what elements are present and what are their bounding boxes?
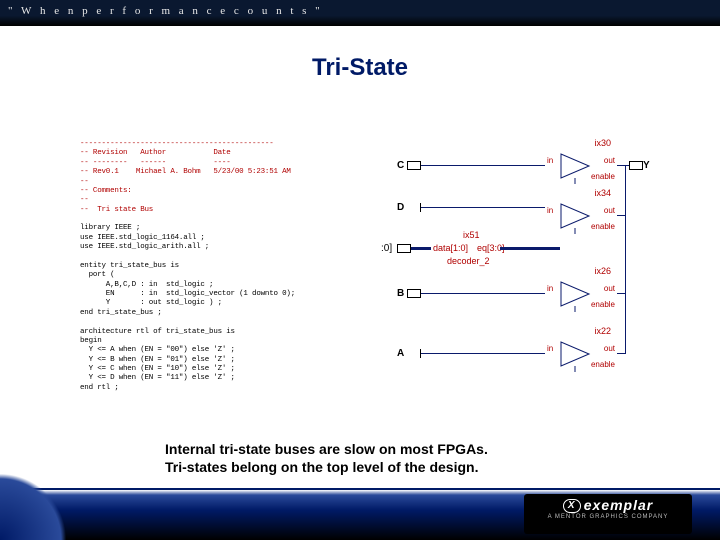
wire: [617, 353, 625, 354]
decoder-instance: ix51: [463, 230, 480, 240]
buffer-name: ix22: [594, 326, 611, 336]
signal-d: D: [397, 202, 404, 213]
port-pad: [629, 161, 643, 170]
buffer-ix26: ix26 in out enable: [545, 278, 617, 322]
slide-title: Tri-State: [0, 54, 720, 82]
decoder-data-label: data[1:0]: [433, 243, 468, 253]
out-label: out: [604, 284, 615, 293]
decoder-type: decoder_2: [447, 256, 490, 266]
logo-brand: Xexemplar: [524, 497, 692, 513]
port-pad: [407, 203, 421, 212]
code-header: ----------------------------------------…: [80, 140, 291, 214]
logo-brand-text: exemplar: [584, 497, 653, 513]
out-label: out: [604, 206, 615, 215]
exemplar-logo: Xexemplar A MENTOR GRAPHICS COMPANY: [524, 494, 692, 534]
code-body: library IEEE ; use IEEE.std_logic_1164.a…: [80, 224, 295, 391]
signal-a: A: [397, 348, 404, 359]
buffer-name: ix26: [594, 266, 611, 276]
in-label: in: [547, 284, 553, 293]
wire: [421, 207, 545, 208]
in-label: in: [547, 156, 553, 165]
bullet-line: Internal tri-state buses are slow on mos…: [165, 440, 645, 458]
wire: [617, 215, 625, 216]
port-pad: [407, 349, 421, 358]
signal-b: B: [397, 288, 404, 299]
tristate-icon: [559, 202, 599, 236]
wire: [421, 165, 545, 166]
slide-bullets: Internal tri-state buses are slow on mos…: [165, 440, 645, 476]
top-tagline-bar: " W h e n p e r f o r m a n c e c o u n …: [0, 0, 720, 26]
tristate-icon: [559, 152, 599, 186]
wire: [617, 165, 629, 166]
port-pad: [407, 289, 421, 298]
port-pad: [397, 244, 411, 253]
wire: [421, 293, 545, 294]
buffer-name: ix34: [594, 188, 611, 198]
wire: [617, 293, 625, 294]
bus-wire: [411, 247, 431, 250]
in-label: in: [547, 206, 553, 215]
buffer-ix34: ix34 in out enable: [545, 200, 617, 244]
buffer-ix22: ix22 in out enable: [545, 338, 617, 382]
port-pad: [407, 161, 421, 170]
slide-content: ----------------------------------------…: [80, 140, 640, 420]
signal-en-bus: :0]: [381, 243, 392, 254]
wire: [421, 353, 545, 354]
out-label: out: [604, 344, 615, 353]
top-tagline: " W h e n p e r f o r m a n c e c o u n …: [8, 5, 323, 17]
logo-mark-icon: X: [563, 499, 581, 513]
slide-footer: Xexemplar A MENTOR GRAPHICS COMPANY: [0, 488, 720, 540]
decorative-corner: [0, 450, 90, 540]
logo-subtitle: A MENTOR GRAPHICS COMPANY: [524, 514, 692, 520]
schematic-diagram: ix30 in out enable ix34 in out enable ix…: [335, 130, 655, 410]
out-label: out: [604, 156, 615, 165]
in-label: in: [547, 344, 553, 353]
bullet-line: Tri-states belong on the top level of th…: [165, 458, 645, 476]
vhdl-code: ----------------------------------------…: [80, 140, 335, 393]
tristate-icon: [559, 280, 599, 314]
signal-c: C: [397, 160, 404, 171]
bus-wire: [500, 247, 560, 250]
signal-y: Y: [643, 160, 650, 171]
tristate-icon: [559, 340, 599, 374]
buffer-name: ix30: [594, 138, 611, 148]
wire: [625, 165, 626, 354]
